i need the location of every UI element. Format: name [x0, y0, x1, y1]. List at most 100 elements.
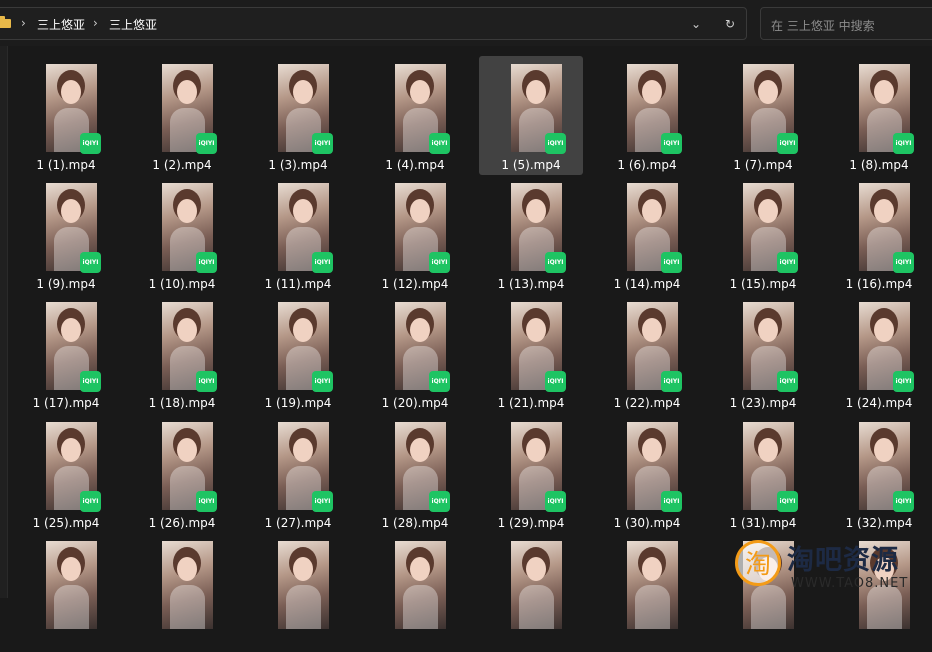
iqiyi-badge-icon: iQIYI: [777, 371, 798, 392]
watermark-mark: 淘: [735, 540, 781, 586]
file-name: 1 (5).mp4: [501, 158, 561, 172]
breadcrumb-item[interactable]: 三上悠亚: [109, 16, 157, 33]
file-item[interactable]: iQIYI 1 (27).mp4: [246, 414, 350, 533]
file-item[interactable]: [595, 533, 699, 652]
file-item[interactable]: iQIYI 1 (11).mp4: [246, 175, 350, 294]
file-name: 1 (20).mp4: [381, 396, 449, 410]
file-item[interactable]: iQIYI 1 (12).mp4: [363, 175, 467, 294]
file-item[interactable]: iQIYI 1 (32).mp4: [827, 414, 931, 533]
file-name: 1 (16).mp4: [845, 277, 913, 291]
iqiyi-badge-icon: iQIYI: [893, 371, 914, 392]
file-name: 1 (13).mp4: [497, 277, 565, 291]
file-item[interactable]: iQIYI 1 (26).mp4: [130, 414, 234, 533]
file-item[interactable]: [363, 533, 467, 652]
file-name: 1 (14).mp4: [613, 277, 681, 291]
file-item[interactable]: iQIYI 1 (9).mp4: [14, 175, 118, 294]
file-item[interactable]: iQIYI 1 (17).mp4: [14, 294, 118, 413]
file-item[interactable]: iQIYI 1 (28).mp4: [363, 414, 467, 533]
file-item[interactable]: iQIYI 1 (14).mp4: [595, 175, 699, 294]
iqiyi-badge-icon: iQIYI: [545, 491, 566, 512]
breadcrumb-separator: ›: [93, 16, 98, 30]
iqiyi-badge-icon: iQIYI: [429, 491, 450, 512]
iqiyi-badge-icon: iQIYI: [661, 491, 682, 512]
iqiyi-badge-icon: iQIYI: [545, 252, 566, 273]
search-placeholder: 在 三上悠亚 中搜索: [771, 19, 875, 33]
file-name: 1 (1).mp4: [36, 158, 96, 172]
search-input[interactable]: 在 三上悠亚 中搜索: [760, 7, 932, 40]
file-item[interactable]: [246, 533, 350, 652]
video-thumbnail: [395, 541, 446, 629]
file-item[interactable]: iQIYI 1 (15).mp4: [711, 175, 815, 294]
iqiyi-badge-icon: iQIYI: [893, 133, 914, 154]
file-item[interactable]: iQIYI 1 (24).mp4: [827, 294, 931, 413]
iqiyi-badge-icon: iQIYI: [80, 371, 101, 392]
file-item[interactable]: iQIYI 1 (3).mp4: [246, 56, 350, 175]
file-name: 1 (3).mp4: [268, 158, 328, 172]
iqiyi-badge-icon: iQIYI: [777, 252, 798, 273]
file-name: 1 (17).mp4: [32, 396, 100, 410]
refresh-icon[interactable]: ↻: [719, 13, 741, 35]
video-thumbnail: [627, 541, 678, 629]
file-name: 1 (2).mp4: [152, 158, 212, 172]
file-item[interactable]: iQIYI 1 (29).mp4: [479, 414, 583, 533]
address-bar[interactable]: › 三上悠亚 › 三上悠亚 ⌄ ↻: [0, 7, 747, 40]
file-item[interactable]: iQIYI 1 (20).mp4: [363, 294, 467, 413]
file-item[interactable]: iQIYI 1 (21).mp4: [479, 294, 583, 413]
file-item[interactable]: [479, 533, 583, 652]
iqiyi-badge-icon: iQIYI: [777, 491, 798, 512]
folder-icon: [0, 16, 11, 28]
file-item[interactable]: iQIYI 1 (13).mp4: [479, 175, 583, 294]
file-name: 1 (30).mp4: [613, 516, 681, 530]
chevron-down-icon[interactable]: ⌄: [685, 13, 707, 35]
iqiyi-badge-icon: iQIYI: [429, 252, 450, 273]
iqiyi-badge-icon: iQIYI: [545, 133, 566, 154]
file-item[interactable]: iQIYI 1 (31).mp4: [711, 414, 815, 533]
file-item[interactable]: iQIYI 1 (1).mp4: [14, 56, 118, 175]
watermark-url: WWW.TAO8.NET: [791, 576, 909, 591]
file-name: 1 (29).mp4: [497, 516, 565, 530]
iqiyi-badge-icon: iQIYI: [312, 491, 333, 512]
file-name: 1 (6).mp4: [617, 158, 677, 172]
file-item[interactable]: iQIYI 1 (4).mp4: [363, 56, 467, 175]
iqiyi-badge-icon: iQIYI: [661, 133, 682, 154]
file-grid: iQIYI 1 (1).mp4 iQIYI 1 (2).mp4 iQIYI 1 (3).m…: [14, 56, 932, 629]
file-item[interactable]: iQIYI 1 (8).mp4: [827, 56, 931, 175]
breadcrumb-item[interactable]: 三上悠亚: [37, 16, 85, 33]
file-name: 1 (15).mp4: [729, 277, 797, 291]
file-item[interactable]: [14, 533, 118, 652]
file-item[interactable]: iQIYI 1 (5).mp4: [479, 56, 583, 175]
file-name: 1 (11).mp4: [264, 277, 332, 291]
video-thumbnail: [278, 541, 329, 629]
file-item[interactable]: iQIYI 1 (2).mp4: [130, 56, 234, 175]
navigation-pane-edge[interactable]: [0, 46, 8, 598]
file-item[interactable]: [130, 533, 234, 652]
file-item[interactable]: iQIYI 1 (7).mp4: [711, 56, 815, 175]
file-name: 1 (32).mp4: [845, 516, 913, 530]
file-name: 1 (28).mp4: [381, 516, 449, 530]
file-item[interactable]: iQIYI 1 (19).mp4: [246, 294, 350, 413]
file-item[interactable]: iQIYI 1 (25).mp4: [14, 414, 118, 533]
iqiyi-badge-icon: iQIYI: [312, 133, 333, 154]
file-item[interactable]: iQIYI 1 (10).mp4: [130, 175, 234, 294]
watermark-brand: 淘吧资源: [787, 545, 899, 576]
video-thumbnail: [511, 541, 562, 629]
file-name: 1 (4).mp4: [385, 158, 445, 172]
file-name: 1 (7).mp4: [733, 158, 793, 172]
file-item[interactable]: iQIYI 1 (22).mp4: [595, 294, 699, 413]
file-name: 1 (26).mp4: [148, 516, 216, 530]
file-item[interactable]: iQIYI 1 (23).mp4: [711, 294, 815, 413]
iqiyi-badge-icon: iQIYI: [545, 371, 566, 392]
breadcrumb-separator: ›: [21, 16, 26, 30]
iqiyi-badge-icon: iQIYI: [429, 133, 450, 154]
file-name: 1 (31).mp4: [729, 516, 797, 530]
file-item[interactable]: iQIYI 1 (18).mp4: [130, 294, 234, 413]
file-name: 1 (9).mp4: [36, 277, 96, 291]
iqiyi-badge-icon: iQIYI: [661, 252, 682, 273]
iqiyi-badge-icon: iQIYI: [893, 491, 914, 512]
file-item[interactable]: iQIYI 1 (16).mp4: [827, 175, 931, 294]
file-name: 1 (21).mp4: [497, 396, 565, 410]
iqiyi-badge-icon: iQIYI: [80, 491, 101, 512]
file-name: 1 (12).mp4: [381, 277, 449, 291]
file-item[interactable]: iQIYI 1 (30).mp4: [595, 414, 699, 533]
file-item[interactable]: iQIYI 1 (6).mp4: [595, 56, 699, 175]
